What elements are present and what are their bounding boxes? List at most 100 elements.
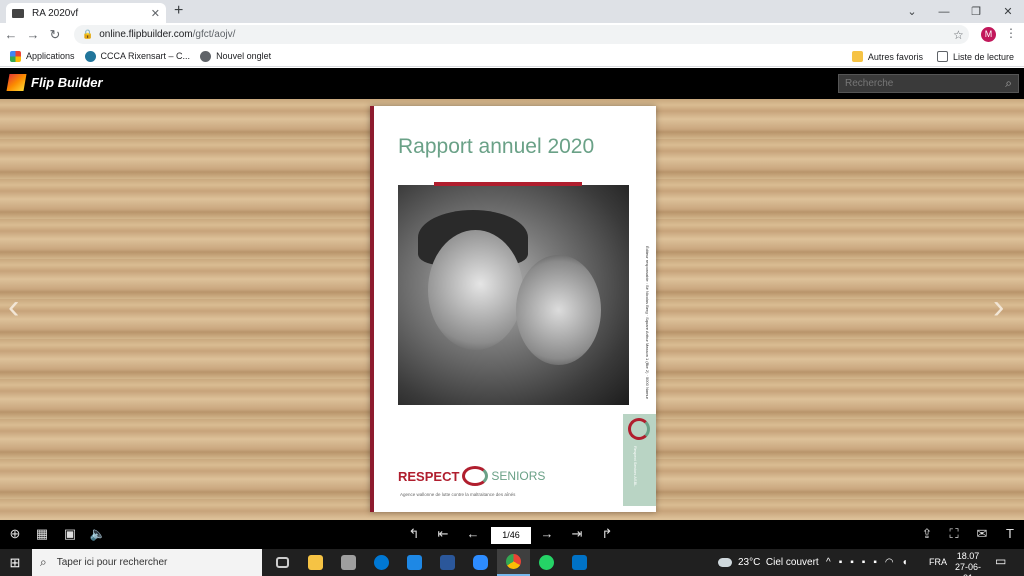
folder-icon bbox=[851, 51, 863, 62]
back-arrow-icon[interactable]: ← bbox=[0, 27, 22, 42]
browser-menu-icon[interactable]: ⋮ bbox=[1005, 26, 1017, 40]
word-icon[interactable] bbox=[431, 549, 464, 576]
photo-app-icon[interactable] bbox=[332, 549, 365, 576]
prev-page-icon[interactable]: ← bbox=[464, 526, 482, 541]
thumbnails-icon[interactable]: ▦ bbox=[33, 526, 51, 542]
new-tab-button[interactable]: + bbox=[174, 2, 183, 20]
bookmarks-bar: Applications CCCA Rixensart – C... Nouve… bbox=[0, 46, 1024, 67]
last-page-icon[interactable]: ⇥ bbox=[568, 526, 586, 542]
respect-seniors-logo: RESPECT SENIORS bbox=[398, 466, 545, 486]
email-icon[interactable]: ✉ bbox=[973, 526, 991, 542]
logo-seniors: SENIORS bbox=[491, 469, 546, 483]
apps-grid-icon bbox=[10, 50, 21, 62]
notifications-icon[interactable]: ▭ bbox=[995, 554, 1006, 568]
next-page-icon[interactable]: → bbox=[538, 526, 556, 541]
profile-menu-icon[interactable]: ⌄ bbox=[896, 5, 928, 18]
tray-app-icon[interactable]: ▪ bbox=[873, 557, 877, 568]
system-tray: ^ ▪ ▪ ▪ ▪ ◠ ◖ bbox=[826, 549, 916, 576]
flipbook-header: Flip Builder Recherche ⌕ bbox=[0, 68, 1024, 99]
chevron-up-icon[interactable]: ^ bbox=[826, 557, 831, 568]
time: 18.07 bbox=[956, 551, 980, 561]
tab-title: RA 2020vf bbox=[32, 7, 79, 19]
taskbar-search-placeholder: Taper ici pour rechercher bbox=[56, 557, 168, 568]
url-field[interactable]: 🔒 online.flipbuilder.com/gfct/aojv/ bbox=[74, 25, 969, 44]
tray-app-icon[interactable]: ▪ bbox=[839, 557, 843, 568]
search-placeholder: Recherche bbox=[845, 78, 894, 89]
outlook-icon[interactable] bbox=[563, 549, 596, 576]
vertical-credit: Éditeur responsable : Sé Nicolas Berg · … bbox=[645, 246, 650, 399]
share-icon[interactable]: ⇪ bbox=[918, 526, 936, 542]
page-number-input[interactable]: 1/46 bbox=[491, 527, 531, 544]
address-bar-row: ← → ↻ 🔒 online.flipbuilder.com/gfct/aojv… bbox=[0, 23, 1024, 46]
bookmark-other-favorites[interactable]: Autres favoris bbox=[851, 51, 923, 62]
flipbook-search-input[interactable]: Recherche ⌕ bbox=[838, 74, 1019, 93]
tray-app-icon[interactable]: ▪ bbox=[862, 557, 866, 568]
windows-start-icon[interactable]: ⊞ bbox=[0, 555, 30, 571]
close-window-button[interactable]: ✕ bbox=[992, 5, 1024, 18]
bookmark-ccca[interactable]: CCCA Rixensart – C... bbox=[84, 50, 191, 62]
url-path: /gfct/aojv/ bbox=[192, 29, 236, 40]
cover-photo bbox=[398, 185, 629, 405]
bookmark-label: Applications bbox=[26, 51, 75, 61]
chrome-icon[interactable] bbox=[497, 549, 530, 576]
zoom-in-icon[interactable]: ⊕ bbox=[6, 526, 24, 542]
tab-close-icon[interactable]: ✕ bbox=[151, 7, 160, 20]
wifi-icon[interactable]: ◠ bbox=[885, 557, 894, 568]
sound-icon[interactable]: 🔈 bbox=[89, 526, 107, 542]
browser-tab[interactable]: RA 2020vf ✕ bbox=[6, 3, 166, 23]
skype-icon[interactable] bbox=[365, 549, 398, 576]
windows-taskbar: ⊞ ⌕ Taper ici pour rechercher 23°C Ciel … bbox=[0, 549, 1024, 576]
previous-page-arrow-icon[interactable]: ‹ bbox=[8, 290, 19, 324]
bookmark-reading-list[interactable]: Liste de lecture bbox=[936, 51, 1014, 62]
flipbook-page[interactable]: Rapport annuel 2020 Éditeur responsable … bbox=[370, 106, 656, 512]
flipbuilder-logo[interactable]: Flip Builder bbox=[6, 74, 103, 91]
first-page-icon[interactable]: ⇤ bbox=[434, 526, 452, 542]
text-icon[interactable]: T bbox=[1001, 526, 1019, 541]
page-spine bbox=[370, 106, 374, 512]
browser-tab-bar: RA 2020vf ✕ + ⌄ — ❐ ✕ bbox=[0, 0, 1024, 23]
forward-arrow-icon[interactable]: → bbox=[22, 27, 44, 42]
avatar[interactable]: M bbox=[981, 27, 996, 42]
bookmark-label: Autres favoris bbox=[867, 51, 923, 62]
taskbar-search-input[interactable]: ⌕ Taper ici pour rechercher bbox=[32, 549, 262, 576]
bookmark-applications[interactable]: Applications bbox=[10, 50, 75, 62]
wordpress-icon bbox=[84, 50, 96, 62]
reload-icon[interactable]: ↻ bbox=[44, 27, 66, 43]
whatsapp-icon[interactable] bbox=[530, 549, 563, 576]
green-box-text: Respect Seniors ASBL bbox=[633, 446, 638, 487]
tray-app-icon[interactable]: ▪ bbox=[850, 557, 854, 568]
search-icon[interactable]: ⌕ bbox=[1005, 76, 1012, 91]
next-page-arrow-icon[interactable]: › bbox=[993, 290, 1004, 324]
globe-icon bbox=[200, 50, 212, 62]
task-view-icon[interactable] bbox=[266, 549, 299, 576]
logo-text: Flip Builder bbox=[31, 75, 103, 90]
volume-icon[interactable]: ◖ bbox=[902, 557, 908, 568]
flipbuilder-logo-icon bbox=[6, 74, 27, 91]
bookmark-new-tab[interactable]: Nouvel onglet bbox=[200, 50, 271, 62]
zoom-icon[interactable] bbox=[464, 549, 497, 576]
bookmark-label: Liste de lecture bbox=[952, 51, 1014, 62]
eye-logo-icon bbox=[462, 466, 489, 486]
search-icon: ⌕ bbox=[40, 555, 47, 569]
url-host: online.flipbuilder.com bbox=[99, 29, 193, 40]
bookmark-star-icon[interactable]: ☆ bbox=[953, 28, 964, 42]
cloud-icon bbox=[718, 558, 732, 567]
file-explorer-icon[interactable] bbox=[299, 549, 332, 576]
forward-icon[interactable]: ↱ bbox=[598, 526, 616, 542]
date: 27-06-21 bbox=[954, 562, 981, 576]
clock[interactable]: 18.07 27-06-21 bbox=[951, 551, 985, 576]
reading-list-icon bbox=[936, 51, 948, 62]
minimize-button[interactable]: — bbox=[928, 6, 960, 18]
bookmark-label: CCCA Rixensart – C... bbox=[100, 51, 191, 61]
language-indicator[interactable]: FRA bbox=[929, 557, 947, 567]
app-blue-icon[interactable] bbox=[398, 549, 431, 576]
back-icon[interactable]: ↰ bbox=[405, 526, 423, 542]
url-text: online.flipbuilder.com/gfct/aojv/ bbox=[99, 29, 235, 40]
fullscreen-icon[interactable]: ⛶ bbox=[945, 526, 963, 542]
page-title: Rapport annuel 2020 bbox=[398, 135, 595, 158]
restore-button[interactable]: ❐ bbox=[960, 5, 992, 18]
weather-widget[interactable]: 23°C Ciel couvert bbox=[718, 549, 819, 576]
small-logo-icon bbox=[628, 418, 650, 440]
autoflip-icon[interactable]: ▣ bbox=[61, 526, 79, 542]
taskbar-apps bbox=[266, 549, 596, 576]
